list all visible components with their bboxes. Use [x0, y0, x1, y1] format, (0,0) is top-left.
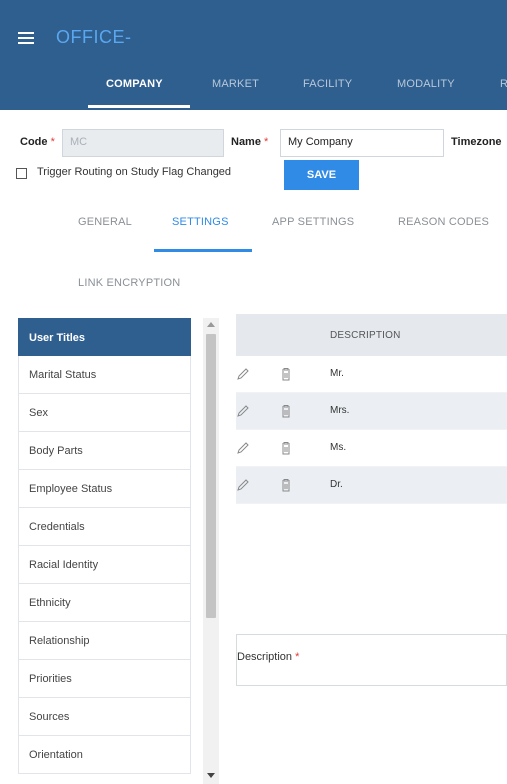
app-header: OFFICE- COMPANY MARKET FACILITY MODALITY…: [0, 0, 507, 110]
description-input[interactable]: Description *: [236, 634, 507, 686]
list-item-employee-status[interactable]: Employee Status: [18, 470, 191, 508]
list-item-priorities[interactable]: Priorities: [18, 660, 191, 698]
table-row: Dr.: [236, 467, 507, 504]
save-button[interactable]: SAVE: [284, 160, 359, 190]
subtab-settings[interactable]: SETTINGS: [172, 216, 229, 228]
list-item-body-parts[interactable]: Body Parts: [18, 432, 191, 470]
code-label: Code *: [20, 136, 55, 148]
app-title: OFFICE-: [56, 27, 132, 47]
table-row: Mrs.: [236, 393, 507, 430]
column-header-description: DESCRIPTION: [330, 330, 401, 341]
code-field[interactable]: MC: [62, 129, 224, 157]
trash-icon[interactable]: [280, 404, 292, 418]
menu-icon[interactable]: [18, 32, 34, 44]
list-item-sources[interactable]: Sources: [18, 698, 191, 736]
pencil-icon[interactable]: [236, 478, 250, 492]
description-label: Description *: [237, 651, 300, 663]
subtab-general[interactable]: GENERAL: [78, 216, 132, 228]
pencil-icon[interactable]: [236, 404, 250, 418]
list-item-user-titles[interactable]: User Titles: [18, 318, 191, 356]
subtab-link-encryption[interactable]: LINK ENCRYPTION: [78, 277, 180, 289]
pencil-icon[interactable]: [236, 367, 250, 381]
subtab-active-indicator: [154, 249, 252, 252]
timezone-label: Timezone: [451, 136, 502, 148]
titles-table: DESCRIPTION Mr. Mrs. Ms. Dr.: [236, 314, 507, 504]
cell-description: Dr.: [330, 479, 343, 490]
list-item-ethnicity[interactable]: Ethnicity: [18, 584, 191, 622]
list-item-marital-status[interactable]: Marital Status: [18, 356, 191, 394]
list-item-relationship[interactable]: Relationship: [18, 622, 191, 660]
tab-overflow[interactable]: R: [500, 78, 507, 90]
name-label: Name *: [231, 136, 269, 148]
tab-market[interactable]: MARKET: [212, 78, 259, 90]
cell-description: Mr.: [330, 368, 344, 379]
list-item-racial-identity[interactable]: Racial Identity: [18, 546, 191, 584]
list-scrollbar[interactable]: [203, 318, 219, 784]
trash-icon[interactable]: [280, 441, 292, 455]
subtab-app-settings[interactable]: APP SETTINGS: [272, 216, 354, 228]
scroll-thumb[interactable]: [206, 334, 216, 618]
tab-modality[interactable]: MODALITY: [397, 78, 455, 90]
pencil-icon[interactable]: [236, 441, 250, 455]
list-item-sex[interactable]: Sex: [18, 394, 191, 432]
table-row: Mr.: [236, 356, 507, 393]
trash-icon[interactable]: [280, 478, 292, 492]
list-item-credentials[interactable]: Credentials: [18, 508, 191, 546]
table-header: DESCRIPTION: [236, 314, 507, 356]
cell-description: Ms.: [330, 442, 347, 453]
list-item-orientation[interactable]: Orientation: [18, 736, 191, 774]
cell-description: Mrs.: [330, 405, 350, 416]
trigger-routing-label: Trigger Routing on Study Flag Changed: [37, 166, 232, 178]
trigger-routing-checkbox[interactable]: [16, 168, 27, 179]
active-tab-indicator: [88, 105, 190, 108]
scroll-down-icon[interactable]: [207, 773, 215, 778]
settings-category-list: User Titles Marital Status Sex Body Part…: [18, 318, 191, 774]
table-row: Ms.: [236, 430, 507, 467]
top-nav: COMPANY MARKET FACILITY MODALITY R: [0, 70, 507, 110]
tab-company[interactable]: COMPANY: [106, 78, 163, 90]
tab-facility[interactable]: FACILITY: [303, 78, 352, 90]
trash-icon[interactable]: [280, 367, 292, 381]
subtab-reason-codes[interactable]: REASON CODES: [398, 216, 489, 228]
name-field[interactable]: My Company: [280, 129, 444, 157]
scroll-up-icon[interactable]: [207, 322, 215, 327]
